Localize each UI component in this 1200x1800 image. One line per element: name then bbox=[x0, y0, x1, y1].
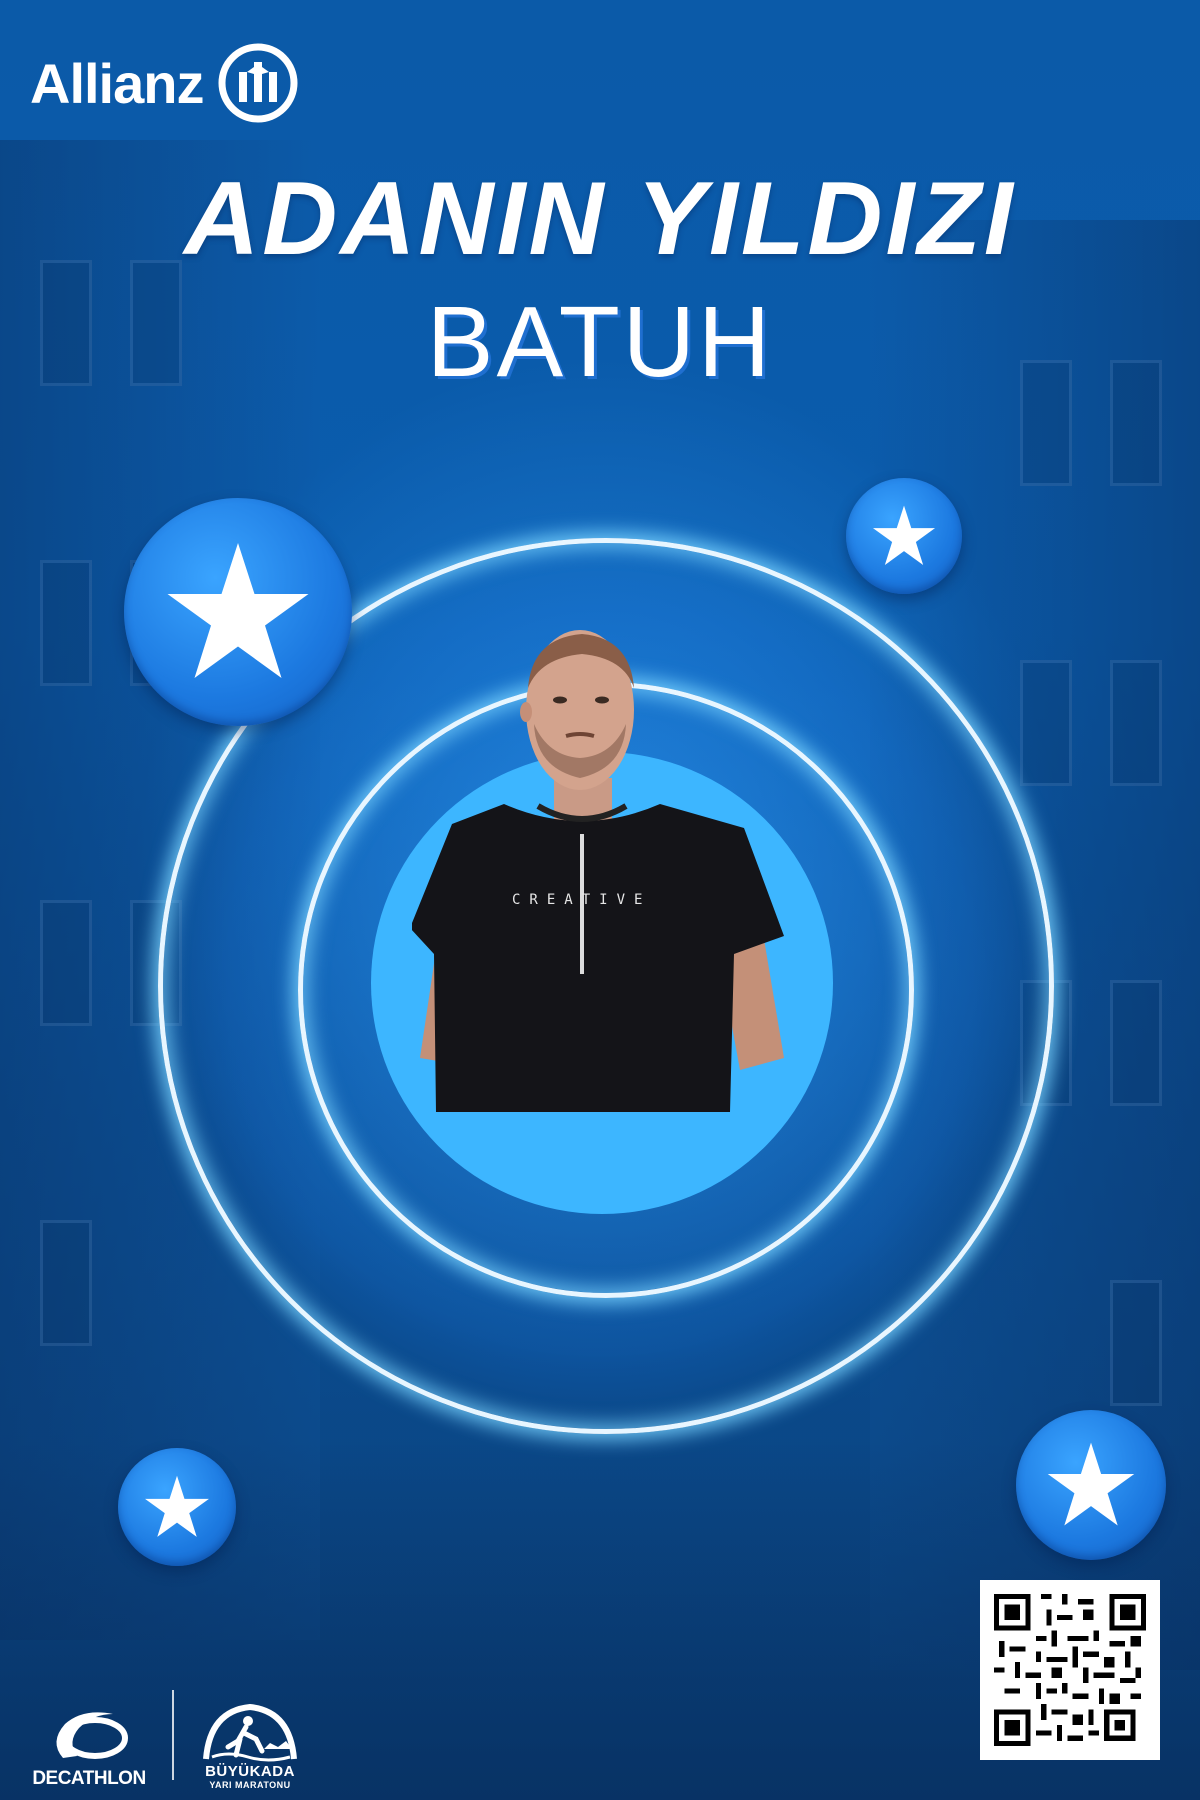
decathlon-swoosh-icon bbox=[56, 1712, 128, 1759]
runner-portrait: CREATIVE bbox=[412, 630, 784, 1112]
star-badge-bottom-right bbox=[1016, 1410, 1166, 1560]
sponsor-logos: DECATHLON BÜYÜKADA YARI MARATONU bbox=[24, 1690, 308, 1790]
page-title: ADANIN YILDIZI bbox=[184, 161, 1016, 277]
qr-code[interactable] bbox=[980, 1580, 1160, 1760]
shirt-print: CREATIVE bbox=[512, 892, 651, 908]
star-icon bbox=[167, 543, 309, 678]
star-badge-top-right bbox=[846, 478, 962, 594]
allianz-eagle-emblem-icon bbox=[218, 43, 298, 123]
star-badge-bottom-left bbox=[118, 1448, 236, 1566]
qr-code-icon bbox=[994, 1594, 1146, 1746]
runner-island-icon bbox=[203, 1703, 297, 1762]
buyukada-logo: BÜYÜKADA YARI MARATONU bbox=[192, 1703, 308, 1790]
decathlon-logo: DECATHLON bbox=[24, 1708, 154, 1790]
allianz-logo: Allianz bbox=[30, 42, 299, 124]
star-badge-top-left bbox=[124, 498, 352, 726]
star-icon bbox=[1047, 1442, 1135, 1526]
runner-name: BATUH bbox=[426, 286, 774, 398]
star-icon bbox=[145, 1475, 209, 1537]
decathlon-wordmark: DECATHLON bbox=[32, 1768, 146, 1789]
allianz-wordmark: Allianz bbox=[30, 51, 204, 115]
race-subtitle: YARI MARATONU bbox=[209, 1780, 291, 1790]
race-name: BÜYÜKADA bbox=[205, 1763, 295, 1780]
star-icon bbox=[872, 505, 936, 566]
sponsor-divider bbox=[172, 1690, 174, 1780]
